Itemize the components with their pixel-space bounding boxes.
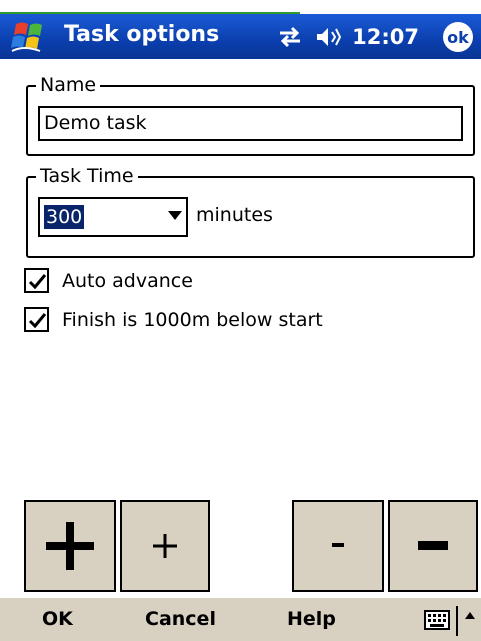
- connectivity-icon[interactable]: [276, 25, 304, 49]
- top-strip: [0, 0, 481, 14]
- name-legend: Name: [36, 74, 101, 96]
- task-time-dropdown[interactable]: 300: [38, 197, 188, 237]
- name-field[interactable]: Demo task: [38, 106, 463, 141]
- plus-small-icon: [153, 534, 177, 558]
- task-time-value[interactable]: 300: [44, 205, 85, 229]
- menu-ok[interactable]: OK: [42, 608, 73, 630]
- volume-icon[interactable]: [314, 25, 342, 49]
- increase-large-button[interactable]: [24, 500, 116, 592]
- finish-below-start-checkbox[interactable]: [24, 307, 49, 332]
- decrease-small-button[interactable]: [292, 500, 384, 592]
- keyboard-icon[interactable]: [424, 610, 450, 630]
- ok-close-button[interactable]: ok: [443, 22, 473, 52]
- increase-small-button[interactable]: [120, 500, 210, 592]
- checkmark-icon: [28, 313, 47, 329]
- auto-advance-checkbox-row[interactable]: Auto advance: [24, 268, 193, 293]
- window-title: Task options: [64, 22, 220, 47]
- task-time-unit: minutes: [196, 204, 273, 226]
- system-tray: 12:07 ok: [276, 22, 473, 52]
- checkmark-icon: [28, 274, 47, 290]
- task-time-legend: Task Time: [36, 165, 138, 187]
- minus-large-icon: [418, 541, 448, 550]
- keyboard-separator: [456, 606, 458, 636]
- chevron-up-icon[interactable]: [465, 612, 475, 619]
- menu-cancel[interactable]: Cancel: [145, 608, 216, 630]
- windows-logo-icon[interactable]: [10, 20, 50, 54]
- auto-advance-checkbox[interactable]: [24, 268, 49, 293]
- decrease-large-button[interactable]: [388, 500, 478, 592]
- finish-below-start-label[interactable]: Finish is 1000m below start: [62, 309, 323, 331]
- menu-help[interactable]: Help: [287, 608, 336, 630]
- title-bar: Task options 12:07 ok: [0, 14, 481, 59]
- auto-advance-label[interactable]: Auto advance: [62, 270, 193, 292]
- minus-small-icon: [332, 543, 344, 547]
- task-time-group: Task Time 300 minutes: [26, 165, 475, 258]
- name-group: Name Demo task: [26, 74, 475, 156]
- clock[interactable]: 12:07: [352, 25, 419, 49]
- menu-bar: OK Cancel Help: [0, 596, 481, 641]
- plus-large-icon: [46, 522, 94, 570]
- finish-below-start-checkbox-row[interactable]: Finish is 1000m below start: [24, 307, 323, 332]
- chevron-down-icon[interactable]: [168, 211, 182, 220]
